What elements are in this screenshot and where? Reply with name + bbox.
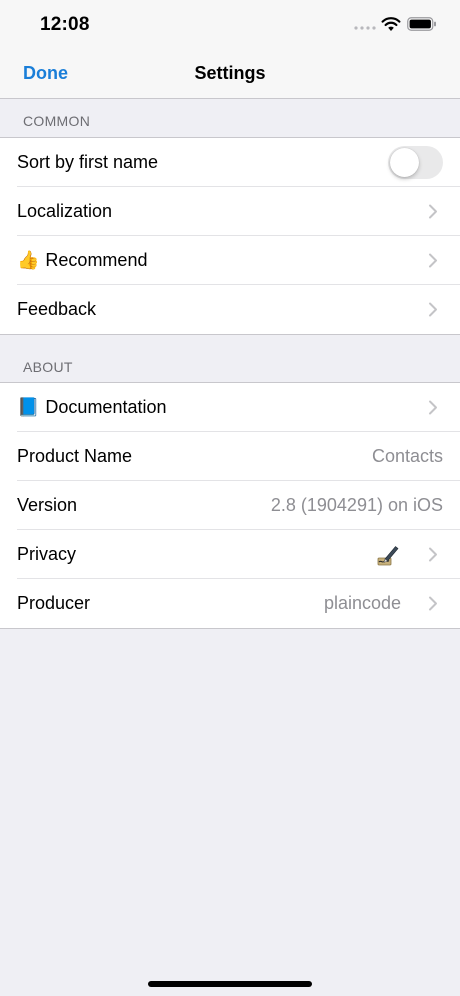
product-name-value: Contacts — [371, 446, 443, 466]
feedback-label: Feedback — [17, 299, 97, 319]
feedback-row[interactable]: Feedback — [0, 285, 460, 334]
toggle-knob — [390, 148, 419, 177]
home-indicator[interactable] — [148, 981, 312, 987]
thumbs-up-icon: 👍 — [17, 250, 40, 270]
version-row: Version 2.8 (1904291) on iOS — [0, 481, 460, 530]
documentation-label-group: 📘 Documentation — [17, 397, 167, 418]
localization-label: Localization — [17, 201, 113, 221]
privacy-label: Privacy — [17, 544, 77, 564]
producer-row[interactable]: Producer plaincode — [0, 579, 460, 628]
privacy-row[interactable]: Privacy — [0, 530, 460, 579]
battery-icon — [407, 17, 436, 31]
blue-book-icon: 📘 — [17, 397, 40, 417]
sort-by-first-name-row: Sort by first name — [0, 138, 460, 187]
chevron-right-icon — [429, 547, 437, 562]
version-value: 2.8 (1904291) on iOS — [270, 495, 443, 515]
page-title: Settings — [194, 63, 266, 83]
section-header-common: COMMON — [23, 113, 91, 129]
version-label: Version — [17, 495, 78, 515]
common-settings-group: Sort by first name Localization 👍 Recomme… — [0, 137, 460, 335]
chevron-right-icon — [429, 253, 437, 268]
producer-label: Producer — [17, 593, 91, 613]
localization-row[interactable]: Localization — [0, 187, 460, 236]
status-time: 12:08 — [40, 14, 90, 35]
chevron-right-icon — [429, 596, 437, 611]
recommend-label: Recommend — [45, 250, 148, 270]
sort-by-first-name-toggle[interactable] — [388, 146, 443, 179]
recommend-row[interactable]: 👍 Recommend — [0, 236, 460, 285]
about-settings-group: 📘 Documentation Product Name Contacts Ver… — [0, 382, 460, 629]
signal-icon — [354, 26, 376, 30]
documentation-row[interactable]: 📘 Documentation — [0, 383, 460, 432]
navigation-bar: Done Settings — [0, 50, 460, 99]
documentation-label: Documentation — [45, 397, 167, 417]
signature-pen-icon — [377, 546, 399, 566]
chevron-right-icon — [429, 302, 437, 317]
chevron-right-icon — [429, 400, 437, 415]
recommend-label-group: 👍 Recommend — [17, 250, 147, 271]
chevron-right-icon — [429, 204, 437, 219]
product-name-row: Product Name Contacts — [0, 432, 460, 481]
sort-by-first-name-label: Sort by first name — [17, 152, 159, 172]
wifi-icon — [381, 17, 401, 31]
status-bar: 12:08 — [0, 0, 460, 50]
producer-value: plaincode — [323, 593, 401, 613]
section-header-about: ABOUT — [23, 359, 73, 375]
product-name-label: Product Name — [17, 446, 133, 466]
